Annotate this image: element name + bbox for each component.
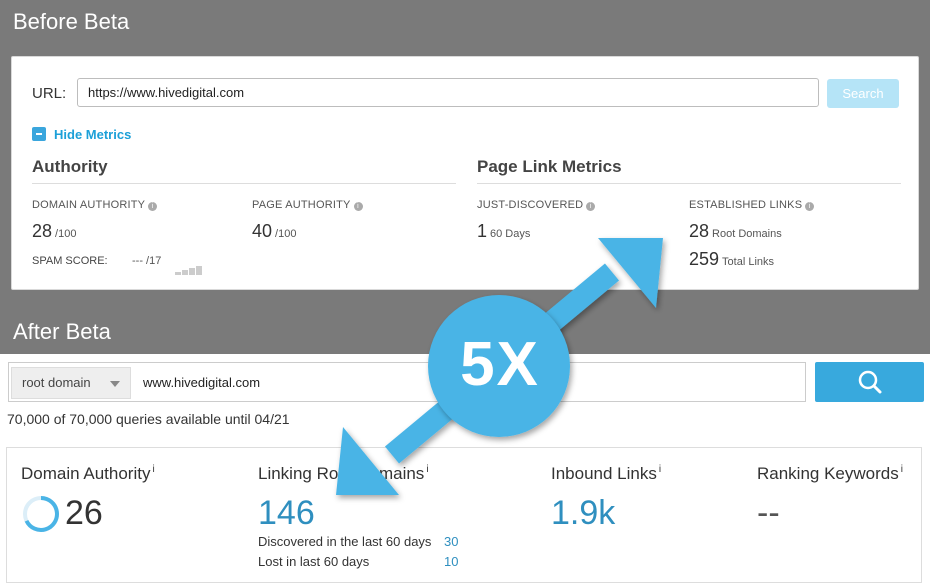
domain-authority-value: 28/100 <box>32 221 77 241</box>
page-authority-label: PAGE AUTHORITY i <box>252 199 363 211</box>
spam-score-value: --- /17 <box>132 255 162 267</box>
scope-dropdown[interactable]: root domain <box>11 367 131 399</box>
new-metrics-panel: Domain Authority i 26 Linking Root Domain… <box>6 447 922 583</box>
info-icon[interactable]: i <box>805 202 815 211</box>
info-icon[interactable]: i <box>152 464 154 475</box>
new-search-input[interactable]: www.hivedigital.com <box>143 375 260 390</box>
old-metrics-panel: URL: https://www.hivedigital.com Search … <box>11 56 919 290</box>
new-search-button[interactable] <box>815 362 924 402</box>
collapse-checkbox-icon <box>32 127 46 141</box>
url-input[interactable]: https://www.hivedigital.com <box>77 78 819 107</box>
inbound-links-title: Inbound Links i <box>551 464 662 483</box>
info-icon[interactable]: i <box>148 202 158 211</box>
authority-divider <box>32 183 456 184</box>
just-discovered-value: 1 60 Days <box>477 221 531 241</box>
discovered-value[interactable]: 30 <box>444 534 458 549</box>
spam-score-bars-icon <box>175 257 203 275</box>
new-search-bar: root domain www.hivedigital.com <box>8 362 806 402</box>
discovered-label: Discovered in the last 60 days <box>258 534 432 549</box>
info-icon[interactable]: i <box>426 464 428 475</box>
page-link-metrics-title: Page Link Metrics <box>477 157 622 176</box>
new-domain-authority-title: Domain Authority i <box>21 464 155 483</box>
before-beta-header: Before Beta <box>0 0 930 46</box>
info-icon[interactable]: i <box>353 202 363 211</box>
info-icon[interactable]: i <box>901 464 903 475</box>
page-link-divider <box>477 183 901 184</box>
search-icon <box>858 370 882 394</box>
spam-score-label: SPAM SCORE: <box>32 255 108 267</box>
linking-root-domains-value[interactable]: 146 <box>258 494 315 533</box>
linking-root-domains-title: Linking Root Domains i <box>258 464 429 483</box>
domain-authority-ring-icon <box>23 496 59 532</box>
queries-available: 70,000 of 70,000 queries available until… <box>7 411 290 427</box>
just-discovered-label: JUST-DISCOVERED i <box>477 199 596 211</box>
info-icon[interactable]: i <box>586 202 596 211</box>
authority-title: Authority <box>32 157 108 176</box>
ranking-keywords-title: Ranking Keywords i <box>757 464 903 483</box>
url-label: URL: <box>32 85 67 102</box>
page-authority-value: 40/100 <box>252 221 297 241</box>
total-links-value: 259 Total Links <box>689 249 775 269</box>
root-domains-value: 28 Root Domains <box>689 221 782 241</box>
scope-dropdown-value: root domain <box>22 375 91 390</box>
ranking-keywords-value: -- <box>757 494 780 532</box>
new-domain-authority-value: 26 <box>65 494 103 532</box>
info-icon[interactable]: i <box>659 464 661 475</box>
callout-5x-label: 5X <box>460 330 540 399</box>
inbound-links-value[interactable]: 1.9k <box>551 494 615 533</box>
established-links-label: ESTABLISHED LINKS i <box>689 199 815 211</box>
old-search-button[interactable]: Search <box>827 79 899 108</box>
hide-metrics-toggle[interactable]: Hide Metrics <box>32 127 131 142</box>
hide-metrics-label: Hide Metrics <box>54 127 132 142</box>
caret-down-icon <box>110 381 120 387</box>
lost-value[interactable]: 10 <box>444 554 458 569</box>
domain-authority-label: DOMAIN AUTHORITY i <box>32 199 158 211</box>
lost-label: Lost in last 60 days <box>258 554 370 569</box>
